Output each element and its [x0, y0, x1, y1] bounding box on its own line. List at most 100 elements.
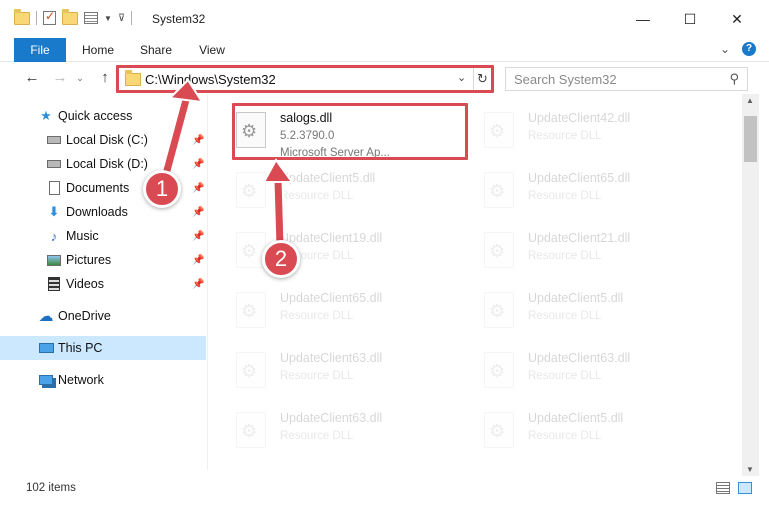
file-name: UpdateClient19.dll: [280, 231, 383, 245]
item-count: 102 items: [26, 482, 76, 494]
sidebar-item-pictures[interactable]: Pictures 📌: [0, 248, 207, 272]
help-icon[interactable]: ?: [742, 42, 756, 56]
file-name: UpdateClient63.dll: [528, 351, 631, 365]
qat-dropdown-icon[interactable]: ⊽: [118, 13, 125, 24]
recent-locations-icon[interactable]: ⌄: [70, 68, 90, 88]
file-explorer-window: ▼ ⊽ System32 — ☐ ✕ File Home Share View …: [0, 0, 769, 517]
music-icon: ♪: [50, 228, 58, 244]
tab-share[interactable]: Share: [132, 38, 180, 62]
status-bar: 102 items: [0, 476, 769, 500]
navigation-pane: ★ Quick access Local Disk (C:) 📌 Local D…: [0, 94, 207, 470]
pin-icon[interactable]: 📌: [192, 207, 204, 218]
pictures-icon: [46, 252, 62, 268]
file-tile[interactable]: ⚙ UpdateClient42.dll Resource DLL: [456, 102, 696, 158]
file-name: UpdateClient5.dll: [528, 291, 624, 305]
tab-home[interactable]: Home: [74, 38, 122, 62]
new-folder-icon[interactable]: [62, 8, 78, 25]
sidebar-item-label: Videos: [66, 277, 104, 291]
properties-check-icon[interactable]: [43, 9, 56, 25]
window-title: System32: [152, 12, 206, 26]
sidebar-item-this-pc[interactable]: This PC: [0, 336, 206, 360]
minimize-button[interactable]: —: [620, 0, 666, 38]
tiles-view-icon[interactable]: [738, 482, 752, 494]
dll-file-icon: ⚙: [484, 352, 514, 388]
maximize-button[interactable]: ☐: [667, 0, 713, 38]
dll-file-icon: ⚙: [236, 172, 266, 208]
sidebar-item-label: Local Disk (C:): [66, 133, 148, 147]
sidebar-item-local-disk-d[interactable]: Local Disk (D:) 📌: [0, 152, 207, 176]
sidebar-item-network[interactable]: Network: [0, 368, 207, 392]
dll-file-icon: ⚙: [484, 412, 514, 448]
dll-file-icon: ⚙: [484, 112, 514, 148]
sidebar-item-local-disk-c[interactable]: Local Disk (C:) 📌: [0, 128, 207, 152]
pin-icon[interactable]: 📌: [192, 255, 204, 266]
file-description: Resource DLL: [280, 430, 354, 442]
dll-file-icon: ⚙: [236, 412, 266, 448]
file-tile[interactable]: ⚙ UpdateClient65.dll Resource DLL: [456, 162, 696, 218]
details-pane-icon[interactable]: [84, 12, 98, 24]
pin-icon[interactable]: 📌: [192, 135, 204, 146]
pin-icon[interactable]: 📌: [192, 183, 204, 194]
file-description: Resource DLL: [528, 370, 602, 382]
file-description: Resource DLL: [528, 310, 602, 322]
tab-file[interactable]: File: [14, 38, 66, 62]
cloud-icon: ☁: [38, 308, 54, 325]
scroll-down-icon[interactable]: ▼: [746, 465, 754, 474]
file-name: UpdateClient5.dll: [528, 411, 624, 425]
search-box[interactable]: Search System32 ⚲: [505, 67, 748, 91]
forward-button[interactable]: →: [50, 68, 70, 88]
pin-icon[interactable]: 📌: [192, 159, 204, 170]
vertical-scrollbar[interactable]: ▲ ▼: [742, 94, 759, 476]
sidebar-item-downloads[interactable]: ⬇ Downloads 📌: [0, 200, 207, 224]
file-tile[interactable]: ⚙ UpdateClient5.dll Resource DLL: [456, 282, 696, 338]
file-description: Resource DLL: [528, 430, 602, 442]
toolbar-separator: [36, 11, 37, 25]
file-tile[interactable]: ⚙ UpdateClient65.dll Resource DLL: [208, 282, 448, 338]
quick-access-toolbar: ▼ ⊽: [14, 8, 133, 25]
sidebar-item-label: Quick access: [58, 109, 133, 123]
file-tile[interactable]: ⚙ UpdateClient21.dll Resource DLL: [456, 222, 696, 278]
address-dropdown-icon[interactable]: ⌄: [457, 71, 466, 84]
file-description: Resource DLL: [528, 130, 602, 142]
sidebar-item-quick-access[interactable]: ★ Quick access: [0, 104, 207, 128]
address-bar[interactable]: C:\Windows\System32 ⌄ ↻: [116, 67, 492, 91]
back-button[interactable]: ←: [22, 68, 42, 88]
dll-file-icon: ⚙: [236, 352, 266, 388]
ribbon-collapse-icon[interactable]: ⌄: [720, 42, 730, 56]
tab-view[interactable]: View: [190, 38, 234, 62]
details-view-icon[interactable]: [716, 482, 730, 494]
file-description: Resource DLL: [280, 190, 354, 202]
ribbon-tabs: File Home Share View ⌄ ?: [0, 38, 769, 62]
scroll-up-icon[interactable]: ▲: [746, 96, 754, 105]
address-path[interactable]: C:\Windows\System32: [145, 72, 276, 87]
videos-icon: [46, 276, 62, 292]
file-name: UpdateClient21.dll: [528, 231, 631, 245]
sidebar-item-music[interactable]: ♪ Music 📌: [0, 224, 207, 248]
file-tile[interactable]: ⚙ UpdateClient63.dll Resource DLL: [208, 342, 448, 398]
sidebar-item-onedrive[interactable]: ☁ OneDrive: [0, 304, 207, 328]
file-name: UpdateClient65.dll: [280, 291, 383, 305]
file-tile[interactable]: ⚙ UpdateClient63.dll Resource DLL: [208, 402, 448, 458]
sidebar-item-label: Pictures: [66, 253, 112, 267]
file-tile[interactable]: ⚙ UpdateClient5.dll Resource DLL: [456, 402, 696, 458]
scroll-thumb[interactable]: [744, 116, 757, 162]
file-tile[interactable]: ⚙ UpdateClient63.dll Resource DLL: [456, 342, 696, 398]
computer-icon: [38, 340, 54, 356]
pin-icon[interactable]: 📌: [192, 279, 204, 290]
sidebar-item-label: OneDrive: [58, 309, 111, 323]
search-icon[interactable]: ⚲: [729, 71, 739, 87]
close-button[interactable]: ✕: [714, 0, 760, 38]
qat-customize-icon[interactable]: ▼: [104, 14, 112, 23]
file-tile[interactable]: ⚙ UpdateClient5.dll Resource DLL: [208, 162, 448, 218]
file-name: UpdateClient65.dll: [528, 171, 631, 185]
sidebar-item-label: Local Disk (D:): [66, 157, 148, 171]
sidebar-item-label: Downloads: [66, 205, 128, 219]
search-placeholder: Search System32: [514, 72, 617, 87]
sidebar-item-videos[interactable]: Videos 📌: [0, 272, 207, 296]
refresh-button[interactable]: ↻: [473, 68, 491, 90]
pin-icon[interactable]: 📌: [192, 231, 204, 242]
folder-icon: [14, 8, 30, 25]
window-bottom-edge: [0, 500, 769, 517]
up-button[interactable]: ↑: [95, 68, 115, 88]
file-tile[interactable]: ⚙ UpdateClient19.dll Resource DLL: [208, 222, 448, 278]
